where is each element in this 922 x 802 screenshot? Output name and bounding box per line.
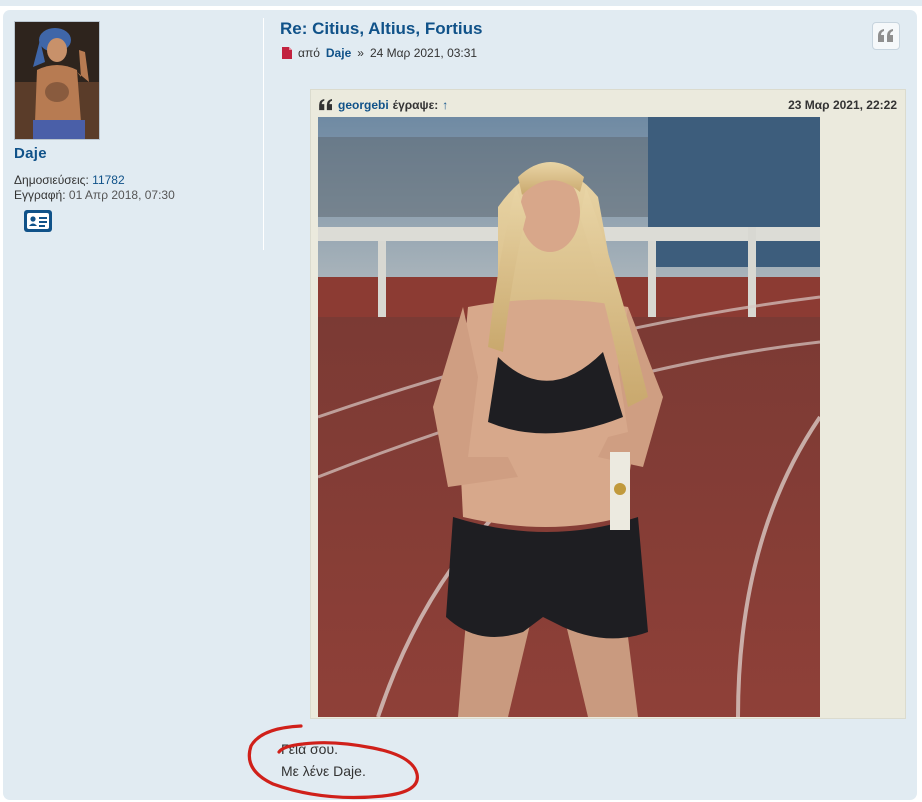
post-meta: από Daje » 24 Μαρ 2021, 03:31 <box>282 46 477 60</box>
contact-button[interactable] <box>24 210 52 232</box>
quoted-user-link[interactable]: georgebi <box>338 98 389 112</box>
quote-marks-icon <box>319 99 332 111</box>
by-label: από <box>298 46 320 60</box>
avatar[interactable] <box>14 21 100 140</box>
page: Daje Δημοσιεύσεις: 11782 Εγγραφή: 01 Απρ… <box>0 0 922 800</box>
forum-post: Daje Δημοσιεύσεις: 11782 Εγγραφή: 01 Απρ… <box>3 10 917 800</box>
profile-posts: Δημοσιεύσεις: 11782 <box>14 173 125 187</box>
quote-cite: georgebi έγραψε: ↑ 23 Μαρ 2021, 22:22 <box>319 96 897 114</box>
profile-joined: Εγγραφή: 01 Απρ 2018, 07:30 <box>14 188 175 202</box>
jump-to-post-link[interactable]: ↑ <box>442 98 448 112</box>
post-author-link[interactable]: Daje <box>326 46 351 60</box>
posts-label: Δημοσιεύσεις: <box>14 173 89 187</box>
username[interactable]: Daje <box>14 145 47 162</box>
red-annotation-circle <box>247 724 419 800</box>
quote-date: 23 Μαρ 2021, 22:22 <box>788 98 897 112</box>
joined-label: Εγγραφή: <box>14 188 66 202</box>
posts-count-link[interactable]: 11782 <box>92 173 124 187</box>
blockquote: georgebi έγραψε: ↑ 23 Μαρ 2021, 22:22 <box>310 89 906 719</box>
quoted-photo[interactable] <box>318 117 820 717</box>
quote-button[interactable] <box>872 22 900 50</box>
meta-separator: » <box>357 46 364 60</box>
post-date: 24 Μαρ 2021, 03:31 <box>369 46 478 60</box>
quote-icon <box>878 29 893 42</box>
wrote-label: έγραψε: <box>392 98 439 112</box>
post-file-icon[interactable] <box>282 47 292 59</box>
joined-date: 01 Απρ 2018, 07:30 <box>68 188 175 202</box>
previous-post-edge <box>0 0 922 6</box>
column-divider <box>263 18 264 250</box>
contact-card-icon <box>27 213 49 229</box>
post-title[interactable]: Re: Citius, Altius, Fortius <box>280 19 482 39</box>
